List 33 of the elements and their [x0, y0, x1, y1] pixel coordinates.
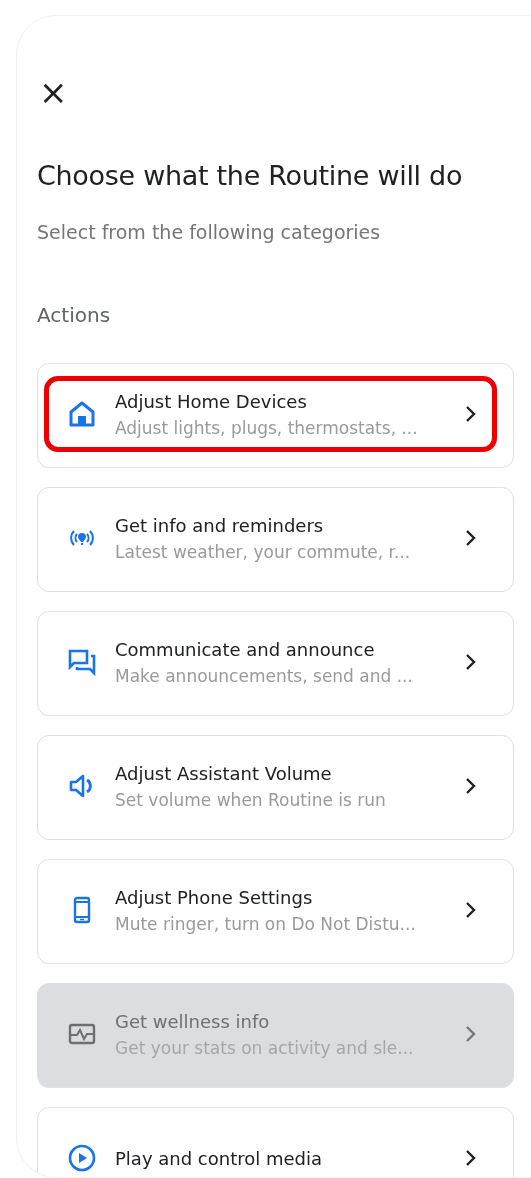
action-card[interactable]: Play and control media [37, 1107, 514, 1177]
action-title: Get info and reminders [115, 514, 325, 536]
chevron-icon [464, 900, 478, 920]
action-description: Set volume when Routine is run [115, 789, 387, 810]
chevron-icon [464, 652, 478, 672]
page-title: Choose what the Routine will do [37, 160, 464, 191]
chevron-icon [464, 1148, 478, 1168]
action-title: Get wellness info [115, 1010, 271, 1032]
action-card[interactable]: Adjust Phone Settings Mute ringer, turn on Do Not Distu... [37, 859, 514, 964]
page-subtitle: Select from the following categories [37, 221, 382, 243]
action-card[interactable]: Adjust Home Devices Adjust lights, plugs, thermostats, ... [37, 363, 514, 468]
action-title: Adjust Assistant Volume [115, 762, 333, 784]
action-description: Adjust lights, plugs, thermostats, ... [115, 417, 419, 438]
action-card[interactable]: Get info and reminders Latest weather, your commute, r... [37, 487, 514, 592]
close-button[interactable]: × [39, 76, 65, 108]
chevron-icon [464, 1024, 478, 1044]
action-description: Mute ringer, turn on Do Not Distu... [115, 913, 417, 934]
action-title: Adjust Home Devices [115, 390, 308, 412]
chevron-icon [464, 528, 478, 548]
chevron-icon [464, 776, 478, 796]
action-description: Get your stats on activity and sle... [115, 1037, 415, 1058]
section-label: Actions [37, 303, 112, 327]
action-title: Play and control media [115, 1147, 324, 1169]
chat-icon [67, 647, 97, 677]
chevron-icon [464, 404, 478, 424]
action-description: Make announcements, send and ... [115, 665, 414, 686]
action-card[interactable]: Communicate and announce Make announcements, send and ... [37, 611, 514, 716]
home-icon [67, 399, 97, 429]
action-card[interactable]: Adjust Assistant Volume Set volume when Routine is run [37, 735, 514, 840]
action-description: Latest weather, your commute, r... [115, 541, 412, 562]
action-title: Adjust Phone Settings [115, 886, 314, 908]
play-icon [67, 1143, 97, 1173]
action-title: Communicate and announce [115, 638, 376, 660]
